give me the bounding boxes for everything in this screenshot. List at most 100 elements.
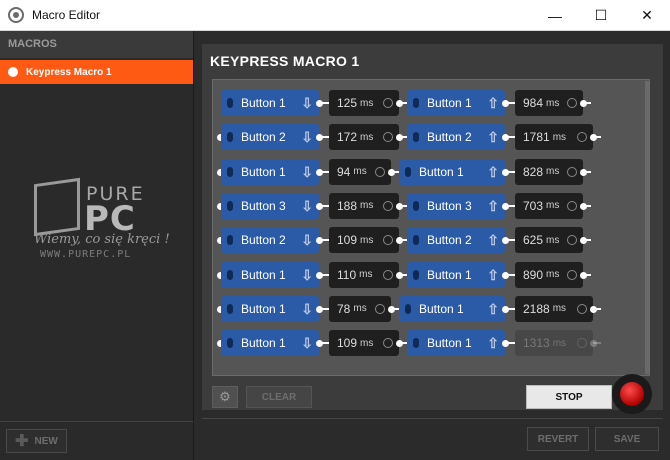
connector-dot — [502, 202, 509, 210]
arrow-up-icon: ⇧ — [487, 266, 499, 283]
clock-icon — [577, 132, 587, 143]
connector-dot — [396, 271, 403, 279]
button-label: Button 2 — [427, 130, 472, 145]
delay-value: 109 — [337, 233, 358, 248]
connector-dot — [590, 305, 597, 313]
new-macro-button[interactable]: ✚ NEW — [6, 429, 67, 453]
mouse-button-down-step[interactable]: Button 3 ⇩ — [221, 192, 319, 219]
close-button[interactable]: ✕ — [624, 0, 670, 31]
clock-icon — [577, 303, 587, 314]
delay-step[interactable]: 1313 ms — [515, 330, 593, 357]
connector-dot — [396, 100, 403, 107]
delay-step[interactable]: 703 ms — [515, 192, 583, 219]
delay-value: 125 — [337, 96, 358, 110]
delay-step[interactable]: 78 ms — [329, 295, 391, 322]
mouse-button-down-step[interactable]: Button 1 ⇩ — [221, 261, 319, 288]
delay-value: 109 — [337, 336, 358, 351]
clock-icon — [383, 235, 393, 246]
delay-unit: ms — [546, 234, 560, 246]
connector-dot — [388, 305, 395, 313]
delay-unit: ms — [353, 303, 367, 315]
maximize-button[interactable]: ☐ — [578, 0, 624, 31]
mouse-button-down-step[interactable]: Button 1 ⇩ — [221, 90, 319, 116]
delay-step[interactable]: 984 ms — [515, 90, 583, 116]
settings-button[interactable]: ⚙ — [212, 386, 238, 408]
button-label: Button 3 — [241, 198, 286, 213]
clock-icon — [567, 200, 577, 211]
mouse-button-down-step[interactable]: Button 2 ⇩ — [221, 124, 319, 151]
connector-dot — [396, 237, 403, 245]
delay-step[interactable]: 125 ms — [329, 90, 399, 116]
delay-value: 188 — [337, 198, 358, 213]
mouse-button-up-step[interactable]: Button 2 ⇧ — [407, 124, 505, 151]
mouse-icon — [413, 132, 419, 143]
mouse-button-down-step[interactable]: Button 2 ⇩ — [221, 227, 319, 254]
macro-steps-area[interactable]: Button 1 ⇩ 125 ms Button 1 ⇧ 984 ms Butt… — [212, 79, 650, 376]
mouse-button-up-step[interactable]: Button 1 ⇧ — [407, 330, 505, 357]
mouse-button-down-step[interactable]: Button 1 ⇩ — [221, 330, 319, 357]
revert-button[interactable]: REVERT — [527, 427, 589, 451]
sidebar-divider — [0, 421, 193, 422]
new-label: NEW — [34, 435, 58, 447]
delay-step[interactable]: 94 ms — [329, 158, 391, 185]
connector-dot — [316, 202, 323, 210]
macro-list-item[interactable]: Keypress Macro 1 — [0, 60, 193, 84]
logo-cube-icon — [34, 177, 80, 237]
mouse-button-up-step[interactable]: Button 1 ⇧ — [399, 158, 505, 185]
delay-step[interactable]: 109 ms — [329, 330, 399, 357]
clock-icon — [383, 269, 393, 280]
delay-step[interactable]: 890 ms — [515, 261, 583, 288]
delay-unit: ms — [552, 131, 567, 143]
stop-button[interactable]: STOP — [526, 385, 612, 409]
button-label: Button 1 — [241, 336, 286, 351]
clock-icon — [375, 303, 385, 314]
delay-step[interactable]: 625 ms — [515, 227, 583, 254]
save-button[interactable]: SAVE — [595, 427, 659, 451]
logo-slogan: Wiemy, co się kręci ! — [34, 232, 170, 247]
delay-step[interactable]: 1781 ms — [515, 124, 593, 151]
mouse-icon — [227, 269, 233, 280]
connector-dot — [580, 202, 587, 210]
connector-dot — [580, 237, 587, 245]
mouse-button-up-step[interactable]: Button 1 ⇧ — [407, 261, 505, 288]
delay-step[interactable]: 828 ms — [515, 158, 583, 185]
connector-dot — [316, 100, 323, 107]
minimize-button[interactable]: — — [532, 0, 578, 31]
connector-dot — [316, 340, 323, 348]
arrow-up-icon: ⇧ — [487, 197, 499, 214]
mouse-button-up-step[interactable]: Button 1 ⇧ — [399, 295, 505, 322]
macro-title: KEYPRESS MACRO 1 — [210, 53, 360, 69]
delay-step[interactable]: 110 ms — [329, 261, 399, 288]
mouse-icon — [227, 132, 233, 143]
connector-dot — [396, 202, 403, 210]
delay-step[interactable]: 172 ms — [329, 124, 399, 151]
connector-dot — [396, 134, 403, 142]
arrow-down-icon: ⇩ — [301, 163, 313, 180]
mouse-button-up-step[interactable]: Button 1 ⇧ — [407, 90, 505, 116]
mouse-button-up-step[interactable]: Button 2 ⇧ — [407, 227, 505, 254]
mouse-button-up-step[interactable]: Button 3 ⇧ — [407, 192, 505, 219]
record-button[interactable] — [612, 374, 652, 414]
connector-dot — [502, 340, 509, 348]
clock-icon — [383, 98, 393, 108]
button-label: Button 1 — [241, 96, 286, 110]
delay-step[interactable]: 188 ms — [329, 192, 399, 219]
mouse-button-down-step[interactable]: Button 1 ⇩ — [221, 295, 319, 322]
connector-dot — [388, 168, 395, 176]
plus-icon: ✚ — [15, 433, 29, 450]
delay-value: 78 — [337, 301, 351, 316]
connector-dot — [316, 168, 323, 176]
mouse-icon — [413, 269, 419, 280]
connector-dot — [316, 271, 323, 279]
window-title: Macro Editor — [32, 8, 101, 22]
delay-step[interactable]: 109 ms — [329, 227, 399, 254]
scrollbar[interactable] — [645, 81, 649, 374]
clear-button[interactable]: CLEAR — [246, 386, 312, 408]
delay-unit: ms — [546, 269, 560, 280]
connector-dot — [590, 134, 597, 142]
mouse-button-down-step[interactable]: Button 1 ⇩ — [221, 158, 319, 185]
macros-header: MACROS — [0, 31, 193, 58]
delay-step[interactable]: 2188 ms — [515, 295, 593, 322]
button-label: Button 3 — [427, 198, 472, 213]
button-label: Button 1 — [241, 164, 286, 179]
